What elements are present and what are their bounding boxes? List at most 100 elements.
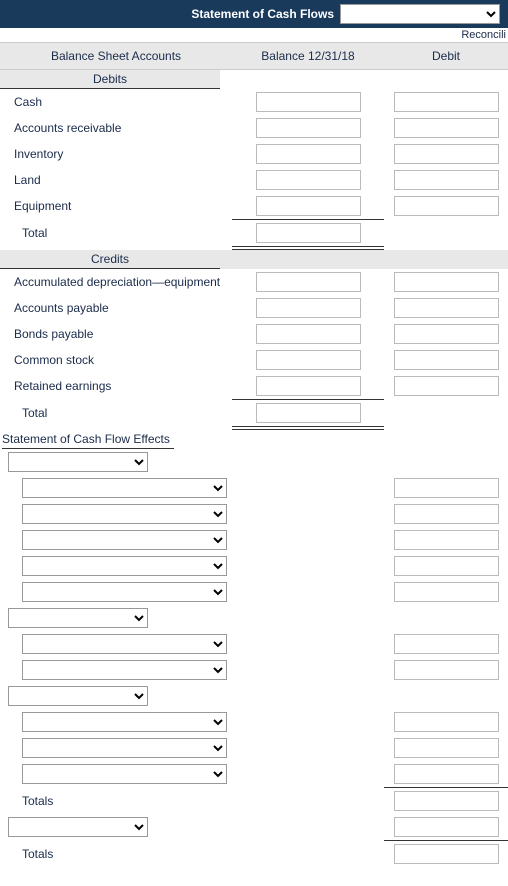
item-select[interactable]: [22, 660, 227, 680]
reconciliation-label: Reconcili: [461, 29, 506, 41]
debit-input[interactable]: [394, 272, 499, 292]
account-label: Bonds payable: [0, 325, 232, 343]
account-label: Inventory: [0, 145, 232, 163]
debit-input[interactable]: [394, 298, 499, 318]
account-label: Accumulated depreciation—equipment: [0, 273, 232, 291]
balance-input[interactable]: [256, 376, 361, 396]
table-row: Equipment: [0, 193, 508, 219]
account-label: Retained earnings: [0, 377, 232, 395]
balance-input[interactable]: [256, 92, 361, 112]
col-header-balance: Balance 12/31/18: [232, 43, 384, 69]
flow-item-row: [0, 735, 508, 761]
category-select[interactable]: [8, 686, 148, 706]
total-input[interactable]: [256, 223, 361, 243]
balance-input[interactable]: [256, 324, 361, 344]
totals-input[interactable]: [394, 791, 499, 811]
debit-input[interactable]: [394, 144, 499, 164]
flow-item-row: [0, 527, 508, 553]
table-row: Common stock: [0, 347, 508, 373]
total-row: Total: [0, 220, 508, 246]
col-header-debit: Debit: [384, 43, 508, 69]
balance-input[interactable]: [256, 272, 361, 292]
debit-input[interactable]: [394, 634, 499, 654]
item-select[interactable]: [22, 556, 227, 576]
category-select[interactable]: [8, 608, 148, 628]
debit-input[interactable]: [394, 738, 499, 758]
debit-input[interactable]: [394, 660, 499, 680]
category-select[interactable]: [8, 452, 148, 472]
account-label: Equipment: [0, 197, 232, 215]
balance-input[interactable]: [256, 118, 361, 138]
totals-row: Totals: [0, 841, 508, 867]
table-row: Accumulated depreciation—equipment: [0, 269, 508, 295]
debit-input[interactable]: [394, 196, 499, 216]
debit-input[interactable]: [394, 170, 499, 190]
item-select[interactable]: [22, 530, 227, 550]
totals-input[interactable]: [394, 844, 499, 864]
debit-input[interactable]: [394, 504, 499, 524]
item-select[interactable]: [22, 738, 227, 758]
debit-input[interactable]: [394, 118, 499, 138]
totals-row: Totals: [0, 788, 508, 814]
column-headers: Reconcili Balance Sheet Accounts Balance…: [0, 42, 508, 70]
total-label: Total: [0, 224, 232, 242]
table-row: Land: [0, 167, 508, 193]
debits-section-header: Debits: [0, 70, 220, 89]
debit-input[interactable]: [394, 530, 499, 550]
balance-input[interactable]: [256, 196, 361, 216]
flow-category-row: [0, 449, 508, 475]
debit-input[interactable]: [394, 478, 499, 498]
debit-input[interactable]: [394, 712, 499, 732]
flow-category-row: [0, 683, 508, 709]
debit-input[interactable]: [394, 376, 499, 396]
header-dropdown[interactable]: [340, 4, 500, 24]
debit-input[interactable]: [394, 582, 499, 602]
header-bar: Statement of Cash Flows: [0, 0, 508, 28]
statement-effects-header: Statement of Cash Flow Effects: [2, 430, 174, 449]
flow-category-row: [0, 814, 508, 840]
table-row: Retained earnings: [0, 373, 508, 399]
credits-section-header: Credits: [0, 250, 220, 269]
debit-input[interactable]: [394, 324, 499, 344]
category-select[interactable]: [8, 817, 148, 837]
header-title: Statement of Cash Flows: [191, 7, 334, 21]
flow-item-row: [0, 761, 508, 787]
balance-input[interactable]: [256, 170, 361, 190]
balance-input[interactable]: [256, 144, 361, 164]
debit-input[interactable]: [394, 817, 499, 837]
table-row: Bonds payable: [0, 321, 508, 347]
totals-label: Totals: [0, 845, 232, 863]
account-label: Accounts payable: [0, 299, 232, 317]
item-select[interactable]: [22, 634, 227, 654]
item-select[interactable]: [22, 764, 227, 784]
flow-item-row: [0, 553, 508, 579]
debit-input[interactable]: [394, 764, 499, 784]
flow-category-row: [0, 605, 508, 631]
flow-item-row: [0, 579, 508, 605]
flow-item-row: [0, 631, 508, 657]
balance-input[interactable]: [256, 350, 361, 370]
flow-item-row: [0, 475, 508, 501]
credits-section-bar: Credits: [0, 250, 508, 269]
total-row: Total: [0, 400, 508, 426]
total-input[interactable]: [256, 403, 361, 423]
item-select[interactable]: [22, 582, 227, 602]
balance-input[interactable]: [256, 298, 361, 318]
account-label: Common stock: [0, 351, 232, 369]
table-row: Inventory: [0, 141, 508, 167]
item-select[interactable]: [22, 504, 227, 524]
item-select[interactable]: [22, 712, 227, 732]
table-row: Accounts payable: [0, 295, 508, 321]
flow-item-row: [0, 501, 508, 527]
flow-item-row: [0, 709, 508, 735]
account-label: Accounts receivable: [0, 119, 232, 137]
debit-input[interactable]: [394, 556, 499, 576]
total-label: Total: [0, 404, 232, 422]
table-row: Cash: [0, 89, 508, 115]
debit-input[interactable]: [394, 350, 499, 370]
item-select[interactable]: [22, 478, 227, 498]
flow-item-row: [0, 657, 508, 683]
col-header-accounts: Balance Sheet Accounts: [0, 43, 232, 69]
totals-label: Totals: [0, 792, 232, 810]
debit-input[interactable]: [394, 92, 499, 112]
